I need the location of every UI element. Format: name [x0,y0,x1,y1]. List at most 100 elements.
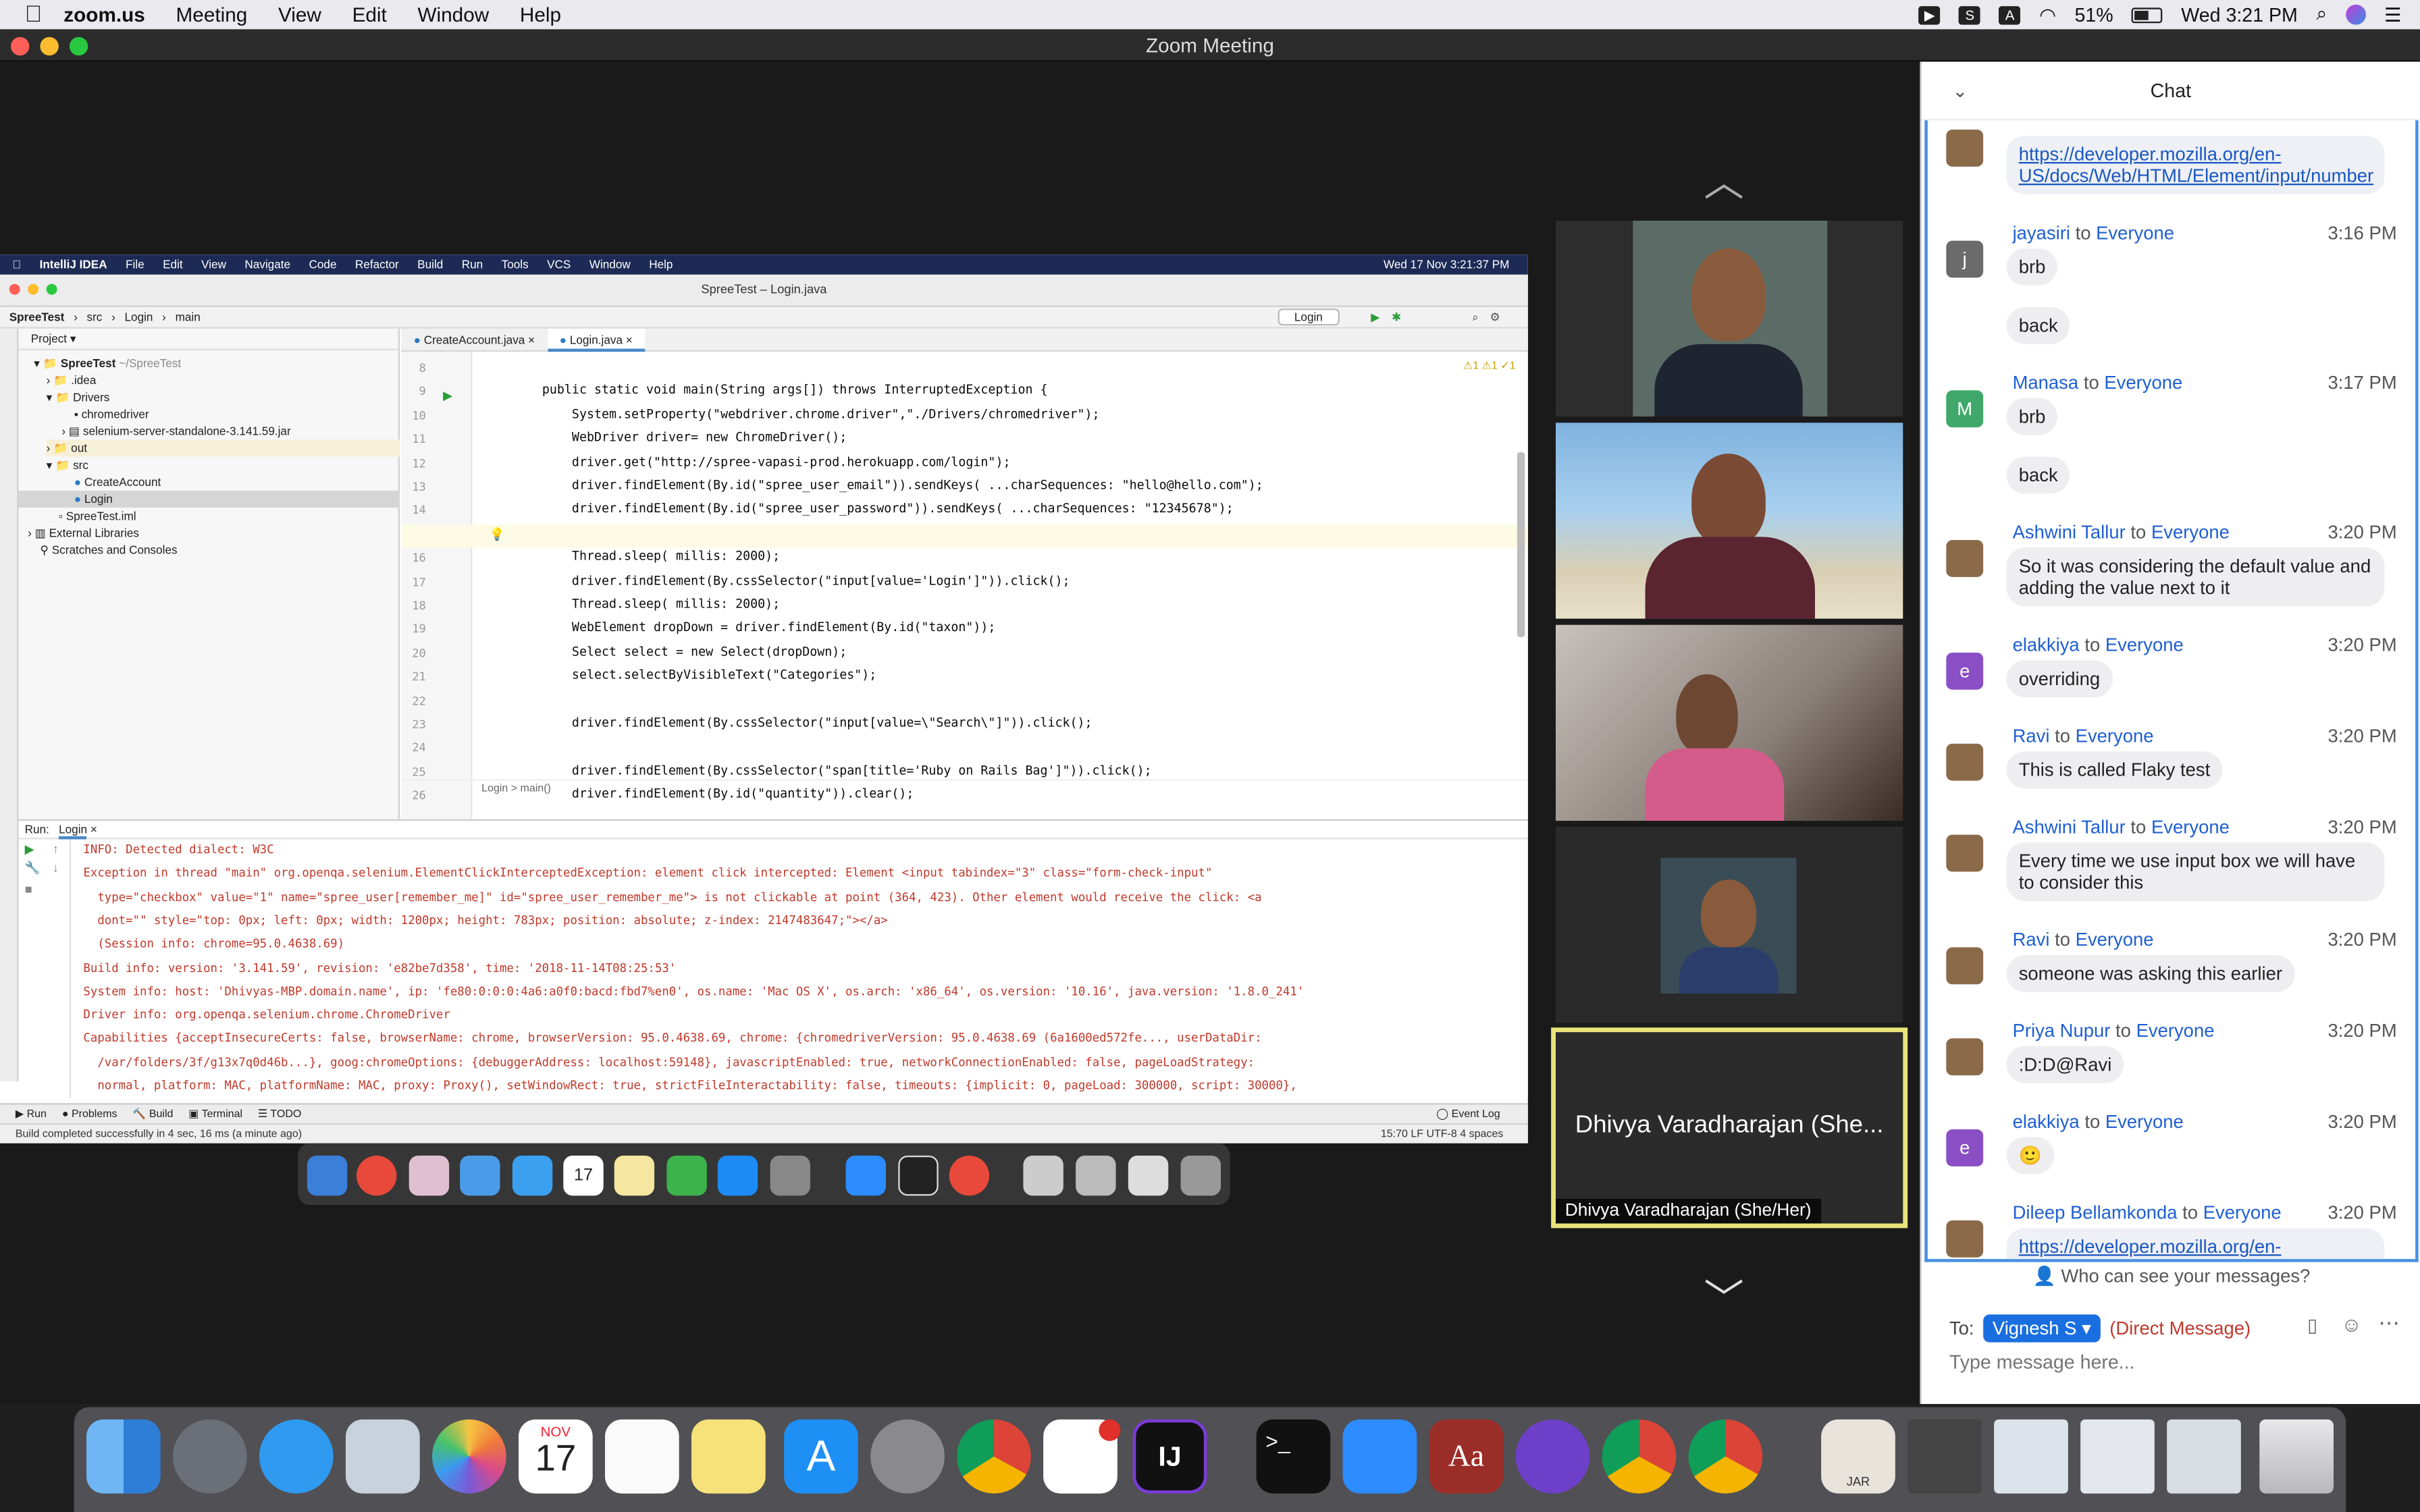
video-tile-2[interactable] [1556,423,1903,619]
recent-window-thumb[interactable] [2080,1419,2155,1494]
shared-intellij-window[interactable]:  IntelliJ IDEA File Edit View Navigate … [0,254,1528,1143]
github-desktop-icon[interactable] [1515,1419,1590,1494]
sender-name[interactable]: jayasiri [2013,222,2070,244]
launchpad-icon[interactable] [173,1419,247,1494]
sender-name[interactable]: Manasa [2013,372,2079,394]
chat-message-link[interactable]: https://developer.mozilla.org/en-US/docs… [2006,136,2385,194]
safari-icon [512,1156,553,1196]
apple-icon[interactable]:  [25,1,43,28]
to-word: to [2055,725,2071,747]
finder-icon[interactable] [86,1419,161,1494]
file-share-icon[interactable]: ▯ [2307,1314,2317,1336]
dictionary-icon[interactable]: Aa [1429,1419,1504,1494]
spotlight-search-icon[interactable]: ⌕ [2316,3,2327,26]
zoom-window-button[interactable] [69,36,88,56]
recipient-name[interactable]: Everyone [2105,634,2184,655]
chat-message-link[interactable]: https://developer.mozilla.org/en-US/docs… [2006,1228,2385,1260]
skype-status-icon[interactable]: S [1959,5,1981,24]
sender-name[interactable]: Dileep Bellamkonda [2013,1202,2178,1224]
video-tile-3[interactable] [1556,624,1903,821]
battery-icon[interactable] [2132,7,2163,23]
scroll-videos-up-icon[interactable]: ︿ [1704,151,1743,209]
safari-icon[interactable] [259,1419,334,1494]
recipient-name[interactable]: Everyone [2076,725,2154,747]
participant-name: Dhivya Varadharajan (She... [1575,1112,1884,1139]
siri-icon[interactable] [2345,4,2366,25]
ide-bottom-toolbar: ▶ Run ● Problems 🔨 Build ▣ Terminal ☰ TO… [0,1103,1528,1124]
video-tile-active-speaker[interactable]: Dhivya Varadharajan (She... Dhivya Varad… [1551,1027,1908,1228]
code-line: Select select = new Select(dropDown); [512,644,847,659]
menu-meeting[interactable]: Meeting [176,3,248,26]
sender-name[interactable]: elakkiya [2013,1111,2080,1133]
sender-name[interactable]: Ravi [2013,929,2050,950]
sender-name[interactable]: Ashwini Tallur [2013,816,2126,838]
sender-name[interactable]: Priya Nupur [2013,1020,2111,1042]
menubar-app-name[interactable]: zoom.us [63,3,145,26]
recipient-name[interactable]: Everyone [2136,1020,2215,1042]
photos-icon[interactable] [432,1419,506,1494]
menu-help[interactable]: Help [520,3,561,26]
minimize-window-button[interactable] [40,36,59,56]
intellij-icon[interactable]: IJ [1132,1419,1207,1494]
input-source-icon[interactable]: A [1999,5,2021,24]
menu-window[interactable]: Window [418,3,490,26]
emoji-icon[interactable]: ☺ [2341,1313,2361,1336]
recipient-dropdown[interactable]: Vignesh S ▾ [1983,1314,2101,1343]
tree-label: External Libraries [49,526,140,541]
recent-window-thumb[interactable] [2167,1419,2241,1494]
recipient-name[interactable]: Everyone [2076,929,2154,950]
line-number: 17 [412,574,426,589]
line-number: 21 [412,670,426,684]
close-window-button[interactable] [11,36,30,56]
zoom-status-icon[interactable]: ▶ [1918,5,1941,24]
wifi-icon[interactable]: ◠ [2039,3,2056,26]
recipient-name[interactable]: Everyone [2151,522,2230,543]
clock[interactable]: Wed 3:21 PM [2181,4,2298,26]
chat-title: Chat [2150,80,2192,102]
line-number: 22 [412,693,426,708]
recent-window-thumb[interactable] [1994,1419,2068,1494]
video-tile-1[interactable] [1556,220,1903,417]
control-center-icon[interactable]: ☰ [2384,3,2402,26]
chrome-profile-3-icon[interactable] [1688,1419,1763,1494]
chat-message-list[interactable]: https://developer.mozilla.org/en-US/docs… [1924,120,2419,1262]
recipient-name[interactable]: Everyone [2203,1202,2282,1224]
jar-file-icon[interactable]: JAR [1821,1419,1895,1494]
scroll-videos-down-icon[interactable]: ﹀ [1704,1268,1743,1326]
message-time: 3:20 PM [2327,725,2397,747]
trash-icon[interactable] [2259,1419,2334,1494]
mail-icon[interactable] [346,1419,420,1494]
sender-name[interactable]: elakkiya [2013,634,2080,655]
notes-icon[interactable] [691,1419,766,1494]
tool-label: Build [149,1109,174,1120]
zoom-icon[interactable] [1342,1419,1417,1494]
console-line: INFO: Detected dialect: W3C [83,842,274,857]
chrome-profile-2-icon[interactable] [1602,1419,1677,1494]
menu-view[interactable]: View [278,3,321,26]
avatar [1946,130,1984,167]
breadcrumb-src: src [86,310,103,325]
recipient-name[interactable]: Everyone [2151,816,2230,838]
video-tile-4[interactable] [1556,827,1903,1023]
app-store-icon[interactable]: A [784,1419,858,1494]
chat-message-header: Dileep Bellamkonda to Everyone [2013,1202,2282,1224]
recipient-name[interactable]: Everyone [2105,1111,2184,1133]
more-options-icon[interactable]: ⋯ [2378,1310,2400,1336]
recipient-name[interactable]: Everyone [2096,222,2174,244]
recent-window-thumb[interactable] [1908,1419,1982,1494]
chat-message-bubble: back [2006,306,2070,344]
chat-message-bubble: someone was asking this earlier [2006,954,2295,992]
collapse-chevron-icon[interactable]: ⌄ [1952,61,1968,120]
chrome-icon[interactable] [957,1419,1031,1494]
menu-edit[interactable]: Edit [352,3,387,26]
recipient-name[interactable]: Everyone [2104,372,2182,394]
system-preferences-icon[interactable] [870,1419,945,1494]
sender-name[interactable]: Ashwini Tallur [2013,522,2126,543]
chat-message-input[interactable] [1949,1351,2397,1374]
reminders-icon[interactable] [605,1419,679,1494]
calendar-icon[interactable]: NOV 17 [519,1419,593,1494]
sender-name[interactable]: Ravi [2013,725,2050,747]
who-can-see-link[interactable]: 👤 Who can see your messages? [1922,1265,2420,1287]
terminal-icon[interactable]: >_ [1256,1419,1331,1494]
tree-node-out: › 📁 out [46,439,400,457]
